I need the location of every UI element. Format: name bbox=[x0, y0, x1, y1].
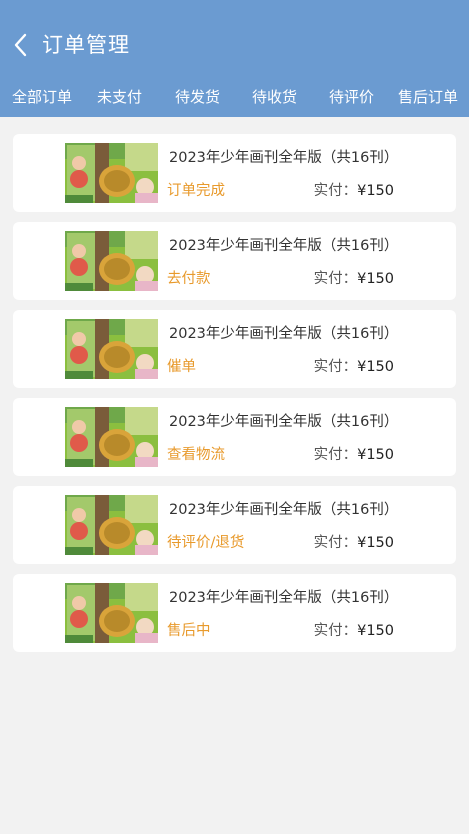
order-status-action[interactable]: 订单完成 bbox=[167, 181, 225, 201]
title-bar: 订单管理 bbox=[0, 0, 469, 78]
price-value: ¥150 bbox=[357, 359, 394, 375]
price-info: 实付：¥150 bbox=[314, 621, 394, 641]
price-value: ¥150 bbox=[357, 271, 394, 287]
order-status-action[interactable]: 查看物流 bbox=[167, 445, 225, 465]
price-label: 实付： bbox=[313, 535, 358, 551]
order-tabs: 全部订单 未支付 待发货 待收货 待评价 售后订单 bbox=[0, 78, 469, 117]
price-info: 实付：¥150 bbox=[314, 533, 394, 553]
price-label: 实付： bbox=[313, 447, 358, 463]
price-label: 实付： bbox=[313, 183, 358, 199]
product-title: 2023年少年画刊全年版（共16刊） bbox=[169, 238, 399, 254]
chevron-left-icon[interactable] bbox=[10, 32, 32, 58]
product-title: 2023年少年画刊全年版（共16刊） bbox=[169, 326, 399, 342]
price-info: 实付：¥150 bbox=[314, 269, 394, 289]
order-card[interactable]: 2023年少年画刊全年版（共16刊） 去付款 实付：¥150 bbox=[13, 222, 456, 300]
product-thumbnail bbox=[65, 407, 158, 467]
order-card[interactable]: 2023年少年画刊全年版（共16刊） 查看物流 实付：¥150 bbox=[13, 398, 456, 476]
order-list: 2023年少年画刊全年版（共16刊） 订单完成 实付：¥150 2023年少年画… bbox=[13, 134, 456, 662]
order-card[interactable]: 2023年少年画刊全年版（共16刊） 待评价/退货 实付：¥150 bbox=[13, 486, 456, 564]
price-label: 实付： bbox=[313, 623, 358, 639]
tab-to-ship[interactable]: 待发货 bbox=[175, 87, 220, 107]
order-card[interactable]: 2023年少年画刊全年版（共16刊） 催单 实付：¥150 bbox=[13, 310, 456, 388]
order-status-action[interactable]: 催单 bbox=[167, 357, 196, 377]
order-status-action[interactable]: 待评价/退货 bbox=[167, 533, 244, 553]
price-value: ¥150 bbox=[357, 535, 394, 551]
price-info: 实付：¥150 bbox=[314, 445, 394, 465]
price-value: ¥150 bbox=[357, 183, 394, 199]
tab-to-receive[interactable]: 待收货 bbox=[252, 87, 297, 107]
order-status-action[interactable]: 售后中 bbox=[167, 621, 211, 641]
tab-after-sales[interactable]: 售后订单 bbox=[398, 87, 458, 107]
product-thumbnail bbox=[65, 583, 158, 643]
page-title: 订单管理 bbox=[42, 33, 130, 57]
order-status-action[interactable]: 去付款 bbox=[167, 269, 211, 289]
product-title: 2023年少年画刊全年版（共16刊） bbox=[169, 414, 399, 430]
price-info: 实付：¥150 bbox=[314, 357, 394, 377]
product-thumbnail bbox=[65, 231, 158, 291]
price-value: ¥150 bbox=[357, 623, 394, 639]
price-label: 实付： bbox=[313, 271, 358, 287]
price-label: 实付： bbox=[313, 359, 358, 375]
tab-all-orders[interactable]: 全部订单 bbox=[12, 87, 72, 107]
price-value: ¥150 bbox=[357, 447, 394, 463]
product-thumbnail bbox=[65, 319, 158, 379]
product-thumbnail bbox=[65, 495, 158, 555]
tab-to-review[interactable]: 待评价 bbox=[329, 87, 374, 107]
price-info: 实付：¥150 bbox=[314, 181, 394, 201]
header-bar: 订单管理 全部订单 未支付 待发货 待收货 待评价 售后订单 bbox=[0, 0, 469, 117]
order-card[interactable]: 2023年少年画刊全年版（共16刊） 售后中 实付：¥150 bbox=[13, 574, 456, 652]
product-title: 2023年少年画刊全年版（共16刊） bbox=[169, 502, 399, 518]
order-card[interactable]: 2023年少年画刊全年版（共16刊） 订单完成 实付：¥150 bbox=[13, 134, 456, 212]
product-title: 2023年少年画刊全年版（共16刊） bbox=[169, 590, 399, 606]
product-title: 2023年少年画刊全年版（共16刊） bbox=[169, 150, 399, 166]
product-thumbnail bbox=[65, 143, 158, 203]
tab-unpaid[interactable]: 未支付 bbox=[97, 87, 142, 107]
